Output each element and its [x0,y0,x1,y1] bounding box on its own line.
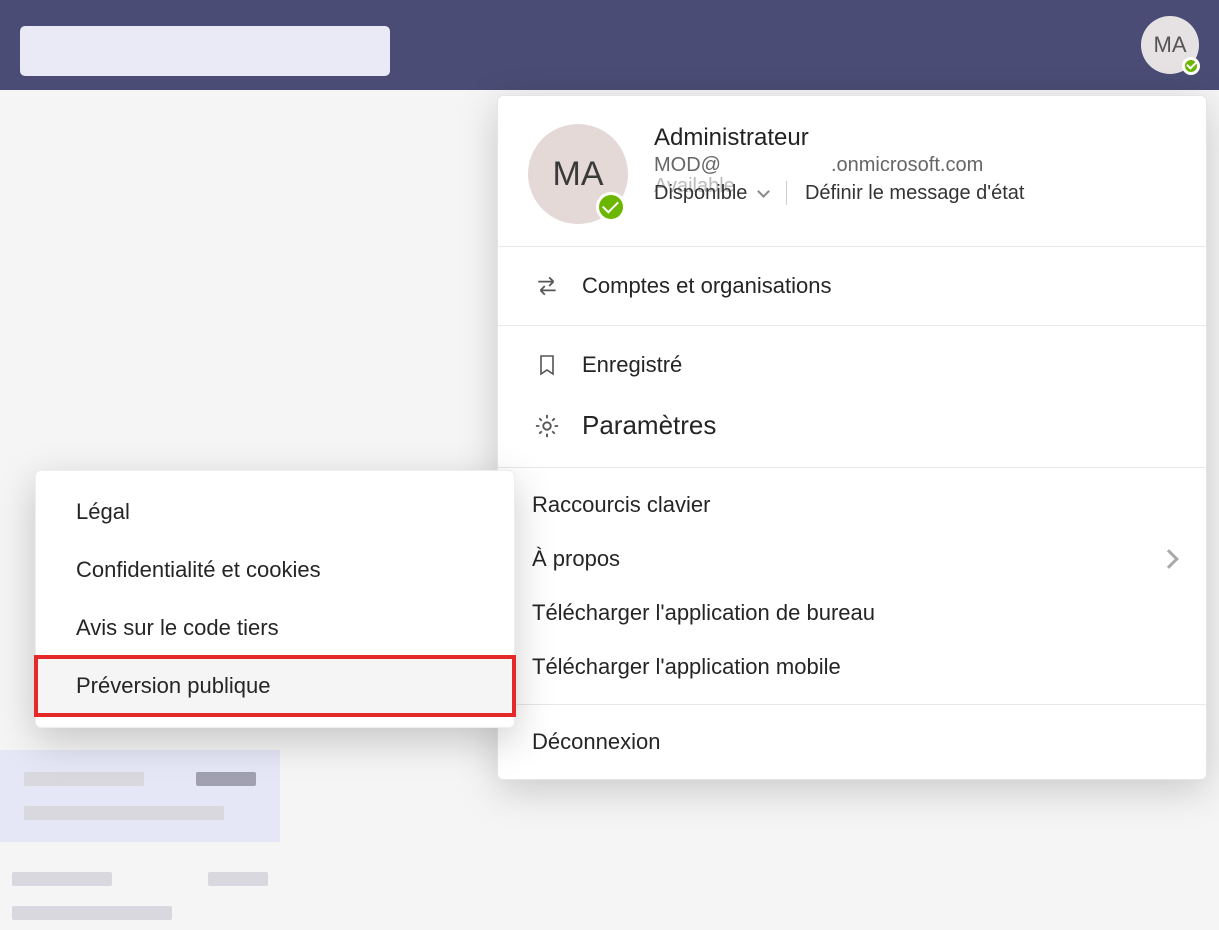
menu-label: Comptes et organisations [582,273,831,299]
download-mobile-item[interactable]: Télécharger l'application mobile [498,640,1206,694]
saved-item[interactable]: Enregistré [498,336,1206,394]
profile-menu: MA Administrateur MOD@.onmicrosoft.com A… [497,95,1207,780]
keyboard-shortcuts-item[interactable]: Raccourcis clavier [498,478,1206,532]
accounts-orgs-item[interactable]: Comptes et organisations [498,257,1206,315]
profile-name: Administrateur [654,124,1176,152]
gear-icon [532,411,562,441]
chevron-down-icon [757,185,770,198]
about-submenu: Légal Confidentialité et cookies Avis su… [35,470,515,728]
avatar-button[interactable]: MA [1141,16,1199,74]
profile-header: MA Administrateur MOD@.onmicrosoft.com A… [498,96,1206,246]
menu-label: Enregistré [582,352,682,378]
bookmark-icon [532,350,562,380]
presence-available-icon [1182,57,1200,75]
email-prefix: MOD@ [654,154,721,176]
presence-available-icon [596,192,626,222]
profile-email: MOD@ .onmicrosoft.com [654,154,1176,177]
chevron-right-icon [1159,549,1179,569]
search-input[interactable] [20,26,390,76]
menu-label: Paramètres [582,410,716,441]
avatar-initials: MA [1154,32,1187,58]
about-item[interactable]: À propos [498,532,1206,586]
profile-avatar: MA [528,124,628,224]
avatar-initials: MA [553,155,604,194]
set-status-message-link[interactable]: Définir le message d'état [805,182,1024,205]
public-preview-item[interactable]: Préversion publique [36,657,514,715]
privacy-cookies-item[interactable]: Confidentialité et cookies [36,541,514,599]
top-bar: MA [0,0,1219,90]
email-domain: .onmicrosoft.com [831,154,983,176]
third-party-notice-item[interactable]: Avis sur le code tiers [36,599,514,657]
status-label: Disponible [654,182,747,204]
divider [786,181,787,205]
download-desktop-item[interactable]: Télécharger l'application de bureau [498,586,1206,640]
background-skeleton [0,750,280,930]
menu-label: Télécharger l'application mobile [532,654,841,680]
sign-out-item[interactable]: Déconnexion [498,715,1206,769]
menu-label: Télécharger l'application de bureau [532,600,875,626]
menu-label: Raccourcis clavier [532,492,711,518]
menu-label: À propos [532,546,620,572]
settings-item[interactable]: Paramètres [498,394,1206,457]
swap-arrows-icon [532,271,562,301]
status-dropdown[interactable]: Disponible [654,182,768,205]
menu-label: Déconnexion [532,729,660,755]
legal-item[interactable]: Légal [36,483,514,541]
